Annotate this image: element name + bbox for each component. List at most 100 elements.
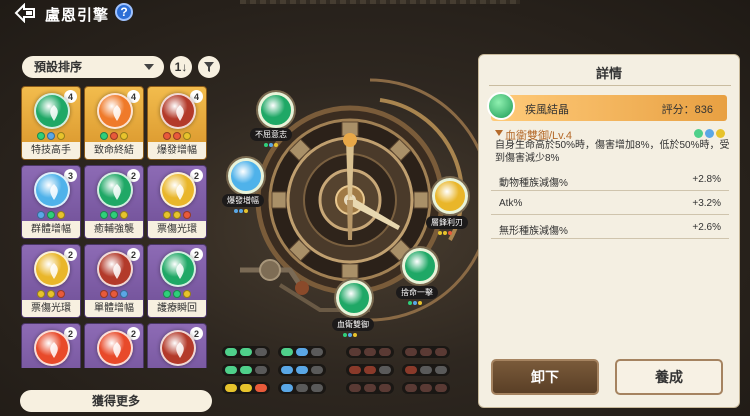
- rune-icon: [97, 330, 133, 366]
- rune-color-dots: [85, 132, 143, 140]
- rune-name: 群體增幅: [22, 221, 80, 238]
- rune-name: 特技高手: [22, 142, 80, 159]
- slot-row: [278, 382, 326, 394]
- rune-icon: [97, 172, 133, 208]
- engine-slot-dots: [234, 209, 248, 213]
- stat-value: +2.8%: [692, 174, 721, 185]
- rune-name: 爆發增幅: [148, 142, 206, 159]
- rune-color-dots: [85, 290, 143, 298]
- rune-card[interactable]: 2專注殺手: [147, 323, 207, 368]
- engine-slot-dots: [343, 333, 357, 337]
- rune-card[interactable]: 2 護療瞬回: [147, 244, 207, 318]
- rune-icon: [160, 93, 196, 129]
- stat-name: 動物種族減傷%: [499, 178, 568, 189]
- engine-rune-slot[interactable]: [432, 178, 468, 214]
- details-title: 詳情: [595, 66, 622, 81]
- rune-icon: [34, 172, 70, 208]
- engine-slot-dots: [438, 231, 452, 235]
- rune-icon: [34, 330, 70, 366]
- skill-description: 自身生命高於50%時，傷害增加8%，低於50%時，受到傷害減少8%: [495, 140, 730, 164]
- rune-card[interactable]: 4 特技高手: [21, 86, 81, 160]
- header: 盧恩引擎 ?: [0, 0, 750, 26]
- relic-score: 評分：836: [661, 104, 713, 116]
- sort-label: 預設排序: [34, 60, 83, 74]
- details-panel: 詳情 疾風結晶 評分：836 血衛雙御/Lv.4 自身生命高於50%時，傷害增加…: [478, 54, 740, 408]
- stat-value: +2.6%: [692, 222, 721, 233]
- slot-row: [222, 382, 270, 394]
- rune-card[interactable]: 3 群體增幅: [21, 165, 81, 239]
- engine-slot-label: 不屈意志: [250, 128, 292, 141]
- rune-name: 票傷光環: [22, 300, 80, 317]
- sort-order-button[interactable]: 1↓: [170, 56, 192, 78]
- decor-strip: [240, 0, 520, 4]
- rune-color-dots: [22, 132, 80, 140]
- slot-indicator-panel: [222, 344, 467, 402]
- rune-grid: 4 特技高手 4 致命終結 4 爆發增幅 3 群體增幅 2 癒輔強襲 2 票傷光環 2 票傷光環 2 單體增幅…: [21, 86, 215, 368]
- rune-icon: [97, 251, 133, 287]
- rune-color-dots: [148, 132, 206, 140]
- stat-row: 無形種族減傷% +2.6%: [491, 217, 729, 239]
- rune-card[interactable]: 2 票傷光環: [147, 165, 207, 239]
- rune-color-dots: [22, 211, 80, 219]
- engine-slot-dots: [264, 143, 278, 147]
- rune-list-panel: 預設排序 1↓ 4 特技高手 4 致命終結 4 爆發增幅 3 群體增幅 2 癒輔強襲 2 票傷光環 2 票…: [18, 50, 220, 412]
- stat-row: 動物種族減傷% +2.8%: [491, 169, 729, 191]
- filter-icon: [204, 62, 214, 72]
- engine-slot-label: 爆發增幅: [222, 194, 264, 207]
- rune-icon: [160, 172, 196, 208]
- engine-rune-slot[interactable]: [402, 248, 438, 284]
- slot-row: [402, 346, 450, 358]
- rune-card[interactable]: 2鋒刃增幅: [84, 323, 144, 368]
- stat-value: +3.2%: [692, 198, 721, 209]
- rune-icon: [34, 93, 70, 129]
- slot-row: [402, 382, 450, 394]
- rune-card[interactable]: 4 爆發增幅: [147, 86, 207, 160]
- engine-slot-label: 捨命一擊: [396, 286, 438, 299]
- slot-row: [278, 364, 326, 376]
- chevron-down-icon: [144, 64, 154, 70]
- sort-dropdown[interactable]: 預設排序: [22, 56, 164, 78]
- rune-card[interactable]: 2癒輔強襲: [21, 323, 81, 368]
- engine-rune-slot[interactable]: [336, 280, 372, 316]
- slot-row: [346, 364, 394, 376]
- slot-row: [278, 346, 326, 358]
- rune-name: 單體增幅: [85, 300, 143, 317]
- engine-slot-label: 血衛雙御: [332, 318, 374, 331]
- rune-color-dots: [22, 290, 80, 298]
- stat-name: Atk%: [499, 198, 523, 209]
- skill-color-dots: [694, 129, 725, 138]
- rune-icon: [160, 251, 196, 287]
- rune-name: 票傷光環: [148, 221, 206, 238]
- rune-card[interactable]: 2 單體增幅: [84, 244, 144, 318]
- rune-name: 護療瞬回: [148, 300, 206, 317]
- rune-card[interactable]: 2癒輔強襲: [84, 165, 144, 239]
- slot-row: [402, 364, 450, 376]
- rune-name: 癒輔強襲: [85, 221, 143, 238]
- help-icon[interactable]: ?: [115, 3, 133, 21]
- get-more-button[interactable]: 獲得更多: [20, 390, 212, 412]
- slot-row: [222, 346, 270, 358]
- rune-card[interactable]: 4 致命終結: [84, 86, 144, 160]
- rune-icon: [160, 330, 196, 366]
- unequip-button[interactable]: 卸下: [491, 359, 599, 395]
- stat-row: Atk% +3.2%: [491, 193, 729, 215]
- develop-button[interactable]: 養成: [615, 359, 723, 395]
- back-icon[interactable]: [14, 2, 38, 24]
- divider: [489, 85, 731, 86]
- engine-slot-label: 層鋒利刃: [426, 216, 468, 229]
- engine-rune-slot[interactable]: [258, 92, 294, 128]
- relic-name: 疾風結晶: [525, 104, 569, 116]
- engine-slot-dots: [408, 301, 422, 305]
- engine-rune-slot[interactable]: [228, 158, 264, 194]
- slot-row: [346, 382, 394, 394]
- rune-icon: [34, 251, 70, 287]
- rune-name: 致命終結: [85, 142, 143, 159]
- slot-row: [346, 346, 394, 358]
- rune-card[interactable]: 2 票傷光環: [21, 244, 81, 318]
- filter-button[interactable]: [198, 56, 220, 78]
- rune-color-dots: [148, 290, 206, 298]
- page-title: 盧恩引擎: [45, 7, 110, 24]
- rune-engine-machine: 不屈意志爆發增幅層鋒利刃捨命一擊血衛雙御: [220, 70, 485, 340]
- stat-name: 無形種族減傷%: [499, 226, 568, 237]
- relic-icon: [487, 92, 515, 120]
